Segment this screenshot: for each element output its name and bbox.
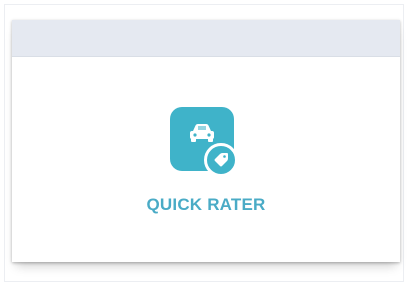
quick-rater-label: QUICK RATER (146, 195, 266, 214)
quick-rater-tile[interactable]: QUICK RATER (12, 57, 400, 262)
quick-rater-card: QUICK RATER (12, 20, 400, 262)
tag-icon (214, 153, 228, 167)
car-icon (190, 124, 214, 142)
tag-badge (204, 143, 238, 177)
quick-rater-icon (170, 107, 240, 179)
card-header (12, 20, 400, 56)
screen: QUICK RATER (0, 0, 408, 286)
